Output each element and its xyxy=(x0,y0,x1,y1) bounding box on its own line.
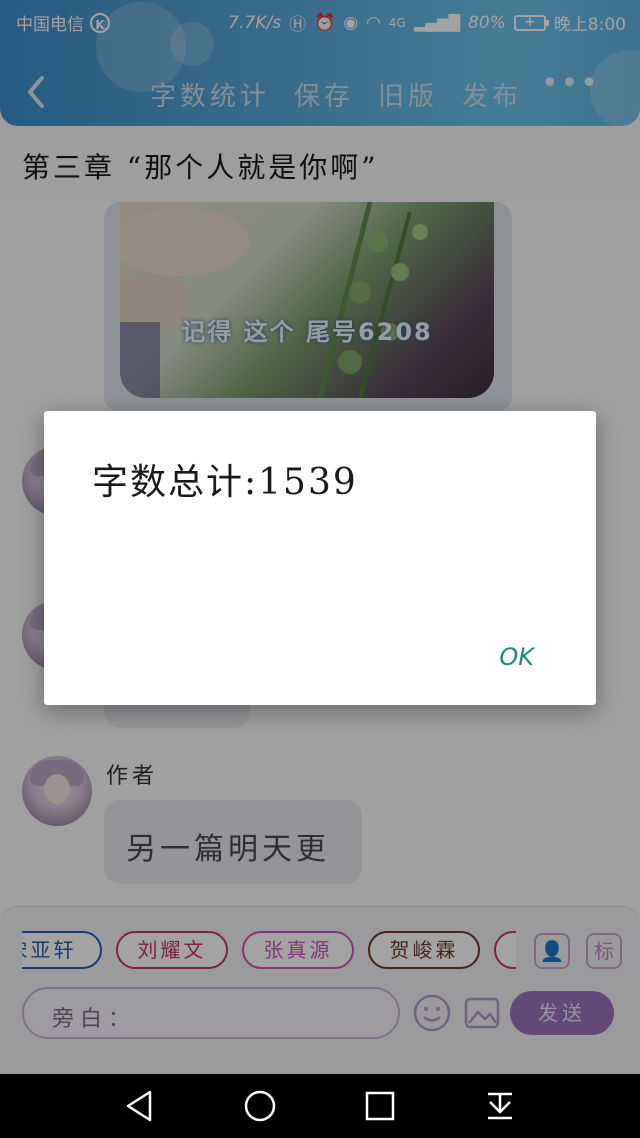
home-circle-icon[interactable] xyxy=(242,1088,278,1124)
back-triangle-icon[interactable] xyxy=(122,1088,158,1124)
word-count-message: 字数总计:1539 xyxy=(92,462,358,503)
recents-square-icon[interactable] xyxy=(362,1088,398,1124)
word-count-dialog: 字数总计:1539 OK xyxy=(44,411,596,705)
ok-button[interactable]: OK xyxy=(499,643,534,671)
system-nav-bar xyxy=(0,1074,640,1138)
app-screen: 中国电信 K 7.7K/s Ⓗ ⏰ ◉ ◠ 4G ▂▄▆█ 80% + 晚上8:… xyxy=(0,0,640,1138)
notification-pulldown-icon[interactable] xyxy=(482,1088,518,1124)
